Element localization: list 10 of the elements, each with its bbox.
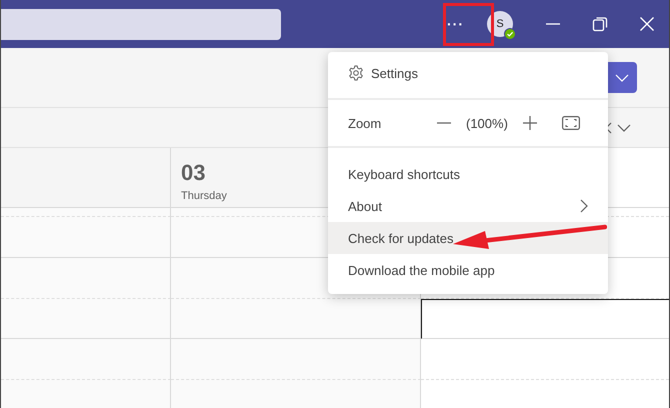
menu-item[interactable]: Check for updates [328, 222, 608, 254]
day-weekday: Thursday [181, 190, 227, 202]
menu-item[interactable]: Keyboard shortcuts [328, 158, 608, 190]
more-options-button[interactable]: ··· [437, 8, 474, 40]
zoom-value: (100%) [466, 116, 508, 130]
menu-item[interactable]: About [328, 190, 608, 222]
menu-item[interactable]: Settings [328, 52, 608, 94]
zoom-label: Zoom [348, 116, 382, 130]
menu-item[interactable]: Download the mobile app [328, 254, 608, 286]
day-date: 03 [181, 160, 206, 186]
